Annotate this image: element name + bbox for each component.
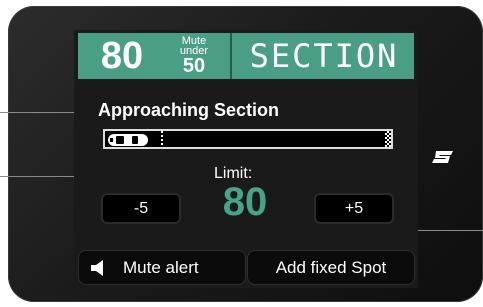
section-label: SECTION — [249, 37, 399, 75]
mute-under-value: 50 — [182, 55, 206, 77]
progress-start-marker — [161, 131, 163, 147]
section-progress-bar — [103, 129, 393, 149]
decrease-limit-button[interactable]: -5 — [101, 193, 181, 224]
header-divider — [230, 33, 232, 79]
mute-under-indicator: Mute under 50 — [164, 36, 224, 78]
car-icon — [108, 134, 148, 146]
increase-limit-button[interactable]: +5 — [314, 193, 394, 224]
bottom-action-bar: Mute alert Add fixed Spot — [74, 248, 418, 288]
speaker-icon — [91, 260, 103, 276]
header-bar: 80 Mute under 50 SECTION — [78, 33, 414, 79]
finish-flag-marker — [385, 131, 391, 147]
app-screen: 80 Mute under 50 SECTION Approaching Sec… — [74, 30, 418, 288]
brand-logo-icon — [432, 151, 453, 163]
mute-alert-button[interactable]: Mute alert — [78, 250, 246, 285]
current-speed: 80 — [100, 35, 144, 77]
limit-value: 80 — [222, 180, 268, 224]
approaching-status: Approaching Section — [98, 100, 280, 120]
mute-alert-label: Mute alert — [123, 258, 199, 277]
add-fixed-spot-button[interactable]: Add fixed Spot — [247, 250, 415, 285]
